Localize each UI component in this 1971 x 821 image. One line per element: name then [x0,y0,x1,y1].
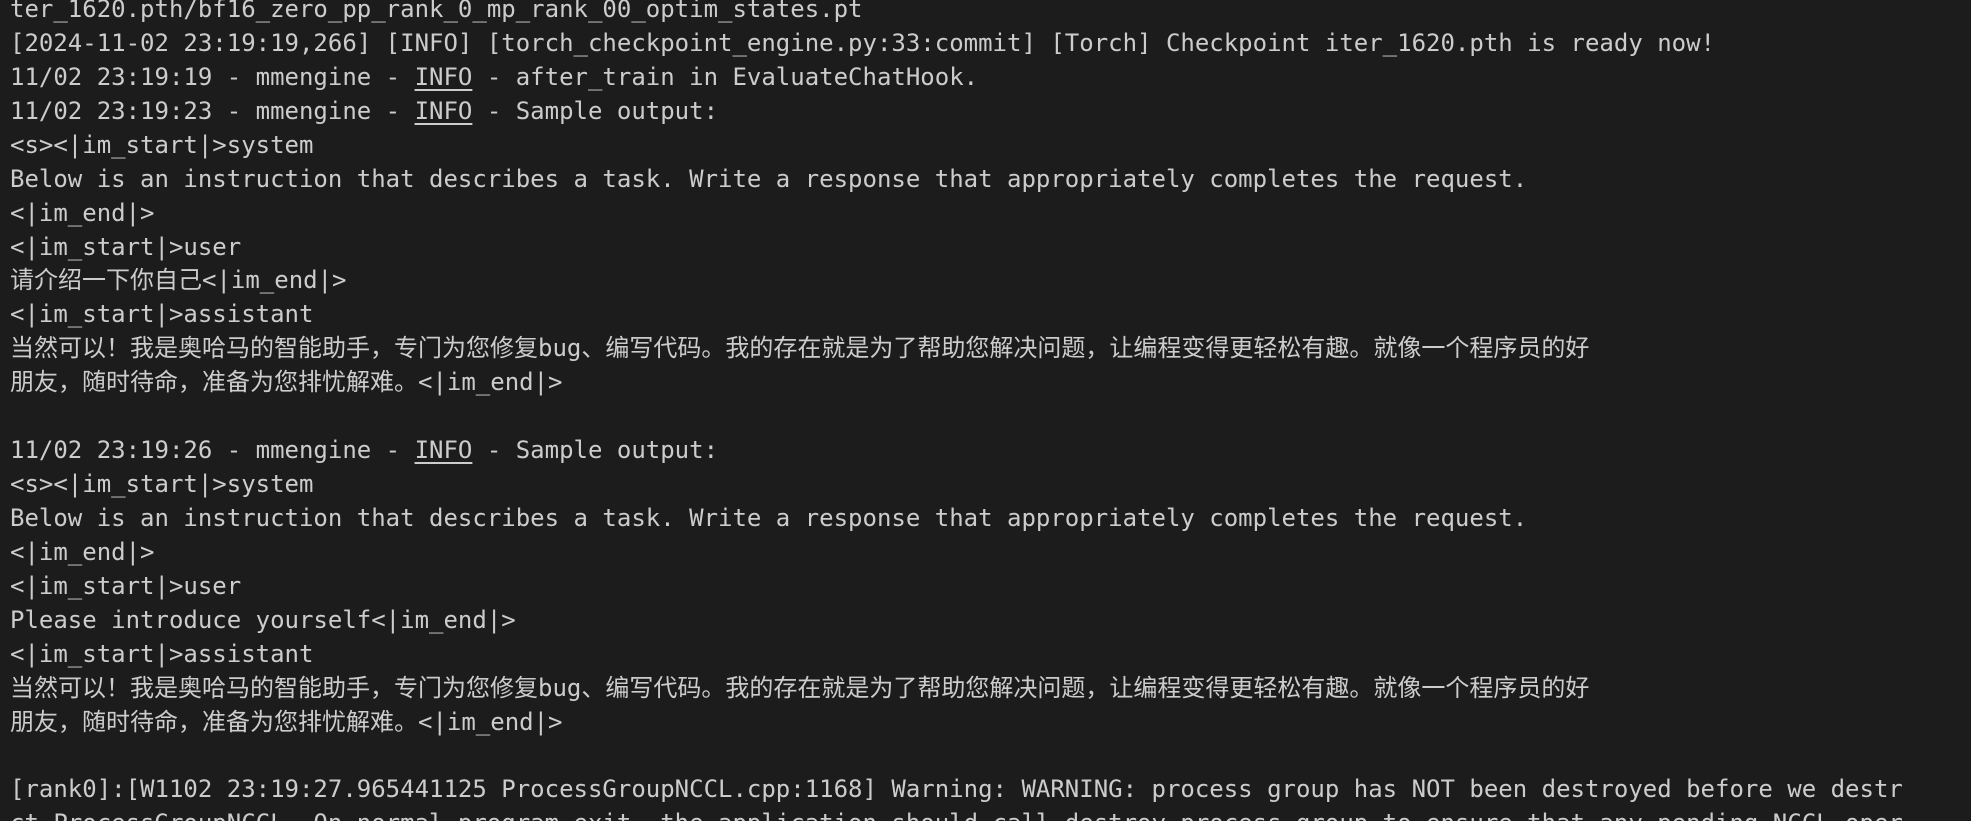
terminal-text: <s><|im_start|>system [10,470,314,499]
terminal-window[interactable]: ter_1620.pth/bf16_zero_pp_rank_0_mp_rank… [0,0,1971,821]
terminal-line: <|im_start|>assistant [10,297,313,331]
terminal-text: <|im_start|>user [10,571,242,600]
terminal-text: Please introduce yourself<|im_end|> [10,605,516,634]
terminal-line: <s><|im_start|>system [10,467,313,501]
log-level-label: INFO [414,96,473,125]
terminal-text: <s><|im_start|>system [10,130,314,159]
terminal-text: <|im_start|>assistant [10,300,314,329]
terminal-text: <|im_end|> [10,537,155,566]
terminal-line: 朋友，随时待命，准备为您排忧解难。<|im_end|> [10,365,563,399]
terminal-text: - after_train in EvaluateChatHook. [472,62,979,91]
terminal-text: Below is an instruction that describes a… [10,164,1528,193]
terminal-line: <|im_start|>user [10,569,241,603]
terminal-text: <|im_end|> [10,198,155,227]
terminal-text: 11/02 23:19:23 - mmengine - [10,96,415,125]
terminal-line: <|im_end|> [10,535,155,569]
terminal-text: 11/02 23:19:26 - mmengine - [10,436,415,465]
terminal-line: <|im_start|>user [10,230,241,264]
terminal-line: <|im_end|> [10,196,155,230]
terminal-line: ct ProcessGroupNCCL. On normal program e… [10,806,1903,821]
terminal-text: - Sample output: [472,96,719,125]
terminal-line: 11/02 23:19:26 - mmengine - INFO - Sampl… [10,433,718,467]
terminal-text: 当然可以！我是奥哈马的智能助手，专门为您修复bug、编写代码。我的存在就是为了帮… [10,334,1590,363]
terminal-line: 朋友，随时待命，准备为您排忧解难。<|im_end|> [10,705,563,739]
terminal-line: 11/02 23:19:23 - mmengine - INFO - Sampl… [10,94,718,128]
terminal-text: <|im_start|>user [10,232,242,261]
terminal-text: [rank0]:[W1102 23:19:27.965441125 Proces… [10,775,1903,804]
terminal-line: ter_1620.pth/bf16_zero_pp_rank_0_mp_rank… [10,0,863,26]
terminal-text: ct ProcessGroupNCCL. On normal program e… [10,809,1903,821]
terminal-text: - Sample output: [472,436,719,465]
terminal-text: 请介绍一下你自己<|im_end|> [10,266,347,295]
terminal-text: 朋友，随时待命，准备为您排忧解难。<|im_end|> [10,368,563,397]
terminal-line: [rank0]:[W1102 23:19:27.965441125 Proces… [10,772,1903,806]
terminal-text: ter_1620.pth/bf16_zero_pp_rank_0_mp_rank… [10,0,863,23]
terminal-line: <s><|im_start|>system [10,128,313,162]
terminal-text: <|im_start|>assistant [10,639,314,668]
log-level-label: INFO [414,62,473,91]
terminal-line: Below is an instruction that describes a… [10,162,1527,196]
terminal-line: 当然可以！我是奥哈马的智能助手，专门为您修复bug、编写代码。我的存在就是为了帮… [10,671,1589,705]
terminal-text: 11/02 23:19:19 - mmengine - [10,62,415,91]
terminal-text: 朋友，随时待命，准备为您排忧解难。<|im_end|> [10,707,563,736]
terminal-line: 11/02 23:19:19 - mmengine - INFO - after… [10,60,978,94]
terminal-line: Please introduce yourself<|im_end|> [10,603,516,637]
terminal-line: <|im_start|>assistant [10,637,313,671]
terminal-text: [2024-11-02 23:19:19,266] [INFO] [torch_… [10,28,1716,57]
terminal-line: 请介绍一下你自己<|im_end|> [10,263,347,297]
log-level-label: INFO [414,436,473,465]
terminal-text: 当然可以！我是奥哈马的智能助手，专门为您修复bug、编写代码。我的存在就是为了帮… [10,673,1590,702]
terminal-line: [2024-11-02 23:19:19,266] [INFO] [torch_… [10,26,1715,60]
terminal-line: Below is an instruction that describes a… [10,501,1527,535]
terminal-text: Below is an instruction that describes a… [10,503,1528,532]
terminal-line: 当然可以！我是奥哈马的智能助手，专门为您修复bug、编写代码。我的存在就是为了帮… [10,331,1589,365]
